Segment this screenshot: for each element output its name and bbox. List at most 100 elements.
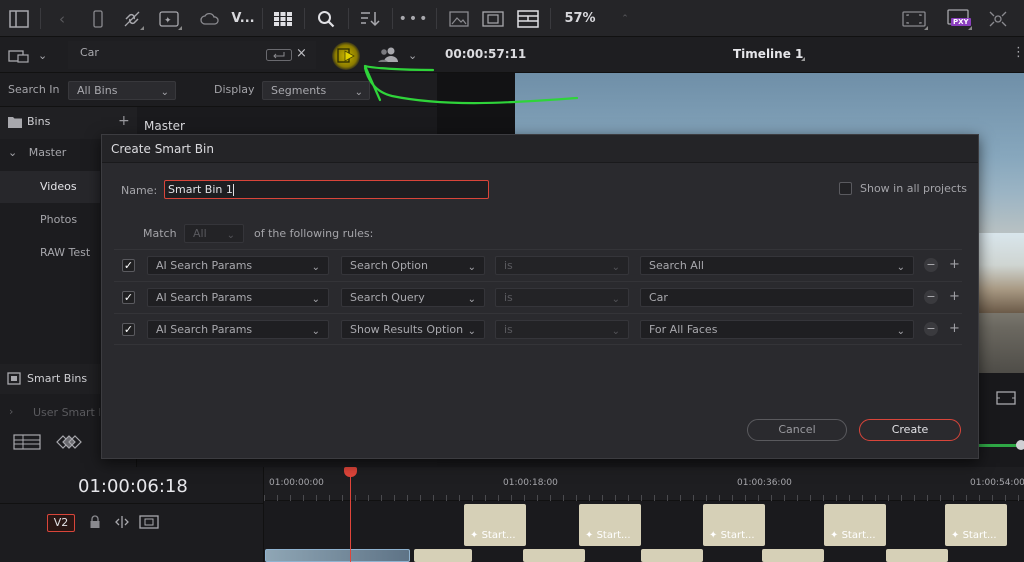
rule-field-dropdown[interactable]: AI Search Params ⌄ [147, 288, 329, 307]
show-all-projects-checkbox[interactable] [839, 182, 852, 195]
lock-icon[interactable] [89, 515, 101, 532]
chevron-down-icon: ⌄ [354, 87, 363, 98]
video-clip[interactable] [265, 549, 410, 562]
filmstrip-icon[interactable] [480, 5, 506, 32]
viewer-options-icon[interactable]: ⋮ [1012, 45, 1024, 60]
playhead-line[interactable] [350, 467, 351, 562]
chevron-down-icon: ⌄ [467, 262, 476, 273]
smart-bins-header[interactable]: Smart Bins [0, 364, 100, 394]
enter-key-icon[interactable] [266, 49, 292, 64]
rule-field-dropdown[interactable]: AI Search Params ⌄ [147, 256, 329, 275]
sort-icon[interactable] [356, 5, 384, 32]
timeline-clip[interactable] [641, 549, 703, 562]
rule-value-dropdown[interactable]: For All Faces ⌄ [640, 320, 914, 339]
metadata-view-icon[interactable] [56, 435, 82, 452]
track-enable-icon[interactable] [139, 515, 159, 532]
filter-row: Search In All Bins ⌄ Display Segments ⌄ [0, 73, 437, 107]
display-dropdown[interactable]: Segments ⌄ [262, 81, 370, 100]
timeline-ruler[interactable]: 01:00:00:00 01:00:18:00 01:00:36:00 01:0… [264, 467, 1024, 501]
rule-value-input[interactable]: Car [640, 288, 914, 307]
chevron-down-icon: ⌄ [467, 294, 476, 305]
timeline-dropdown-icon[interactable] [801, 57, 805, 61]
rule-value: Search All [649, 259, 704, 272]
more-options-icon[interactable]: ••• [399, 5, 428, 32]
ruler-tick-label: 01:00:00:00 [269, 478, 324, 488]
rule-operator-dropdown[interactable]: is ⌄ [495, 256, 629, 275]
clip-label: ✦ Start... [585, 530, 631, 541]
unlink-icon[interactable] [118, 5, 146, 32]
proxy-icon[interactable]: PXY [942, 5, 974, 32]
search-icon[interactable] [312, 5, 340, 32]
smart-bin-button[interactable] [330, 41, 362, 70]
auto-select-icon[interactable] [114, 515, 130, 532]
panel-layout-icon[interactable] [6, 5, 32, 32]
rule-field-value: AI Search Params [156, 323, 253, 336]
display-label: Display [214, 83, 255, 96]
timeline-clip[interactable]: ✦ Start... [824, 504, 886, 546]
view-menu-label[interactable]: V... [230, 5, 256, 32]
remove-rule-button[interactable]: − [924, 290, 938, 304]
rule-param-dropdown[interactable]: Search Option ⌄ [341, 256, 485, 275]
remove-rule-button[interactable]: − [924, 322, 938, 336]
rule-operator-dropdown[interactable]: is ⌄ [495, 288, 629, 307]
slider-handle[interactable] [1016, 440, 1024, 450]
remove-rule-button[interactable]: − [924, 258, 938, 272]
timeline-clip[interactable]: ✦ Start... [703, 504, 765, 546]
face-filter-button[interactable]: ⌄ [376, 45, 424, 65]
rule-param-dropdown[interactable]: Show Results Option ⌄ [341, 320, 485, 339]
bin-item-photos[interactable]: Photos [0, 204, 100, 236]
add-rule-button[interactable]: + [949, 322, 960, 336]
name-input[interactable]: Smart Bin 1 [164, 180, 489, 199]
add-rule-button[interactable]: + [949, 258, 960, 272]
rule-value: For All Faces [649, 323, 718, 336]
search-in-dropdown[interactable]: All Bins ⌄ [68, 81, 176, 100]
add-bin-button[interactable]: + [118, 113, 130, 129]
media-filter-button[interactable]: ⌄ [8, 46, 60, 65]
add-rule-button[interactable]: + [949, 290, 960, 304]
rule-checkbox[interactable]: ✓ [122, 323, 135, 336]
timeline-clip[interactable]: ✦ Start... [579, 504, 641, 546]
search-input[interactable]: Car [80, 46, 99, 59]
ai-effects-icon[interactable]: ✦ [156, 5, 184, 32]
track-label: V2 [47, 514, 75, 532]
image-view-icon[interactable] [446, 5, 472, 32]
fit-screen-icon[interactable] [994, 389, 1018, 410]
rule-operator-dropdown[interactable]: is ⌄ [495, 320, 629, 339]
create-button[interactable]: Create [859, 419, 961, 441]
safe-area-icon[interactable] [898, 5, 930, 32]
phone-view-icon[interactable] [86, 5, 110, 32]
toolbar-divider [304, 8, 305, 29]
grid-view-icon[interactable] [270, 5, 296, 32]
chevron-left-icon[interactable]: ‹ [50, 5, 74, 32]
search-field[interactable]: Car × [68, 41, 316, 69]
rule-checkbox[interactable]: ✓ [122, 259, 135, 272]
timeline-clip[interactable] [886, 549, 948, 562]
rule-param-dropdown[interactable]: Search Query ⌄ [341, 288, 485, 307]
bin-item-videos[interactable]: Videos [0, 171, 100, 203]
bin-item-master[interactable]: ⌄ Master [0, 137, 100, 169]
rule-value-dropdown[interactable]: Search All ⌄ [640, 256, 914, 275]
match-dropdown[interactable]: All ⌄ [184, 224, 244, 243]
clip-label: ✦ Start... [830, 530, 876, 541]
volume-slider[interactable] [977, 440, 1024, 450]
timeline-clip[interactable] [762, 549, 824, 562]
rule-field-dropdown[interactable]: AI Search Params ⌄ [147, 320, 329, 339]
zoom-level[interactable]: 57% [558, 5, 602, 32]
timeline-name[interactable]: Timeline 1 [733, 47, 803, 61]
timeline-clip[interactable]: ✦ Start... [945, 504, 1007, 546]
cancel-button[interactable]: Cancel [747, 419, 847, 441]
timeline-clip[interactable] [414, 549, 472, 562]
timeline-timecode: 01:00:06:18 [78, 476, 188, 497]
chevron-down-icon: ⌄ [611, 262, 620, 273]
bin-item-raw-test[interactable]: RAW Test [0, 237, 100, 269]
list-view-icon[interactable] [13, 434, 41, 453]
rule-checkbox[interactable]: ✓ [122, 291, 135, 304]
clear-search-icon[interactable]: × [296, 46, 307, 61]
transform-icon[interactable] [984, 5, 1012, 32]
timeline-view-icon[interactable] [514, 5, 542, 32]
timeline-clip[interactable] [523, 549, 585, 562]
user-smart-bins-item[interactable]: › User Smart B [0, 401, 100, 427]
cloud-icon[interactable] [196, 5, 224, 32]
timeline-clip[interactable]: ✦ Start... [464, 504, 526, 546]
zoom-dropdown-icon[interactable]: ⌃ [616, 5, 634, 32]
